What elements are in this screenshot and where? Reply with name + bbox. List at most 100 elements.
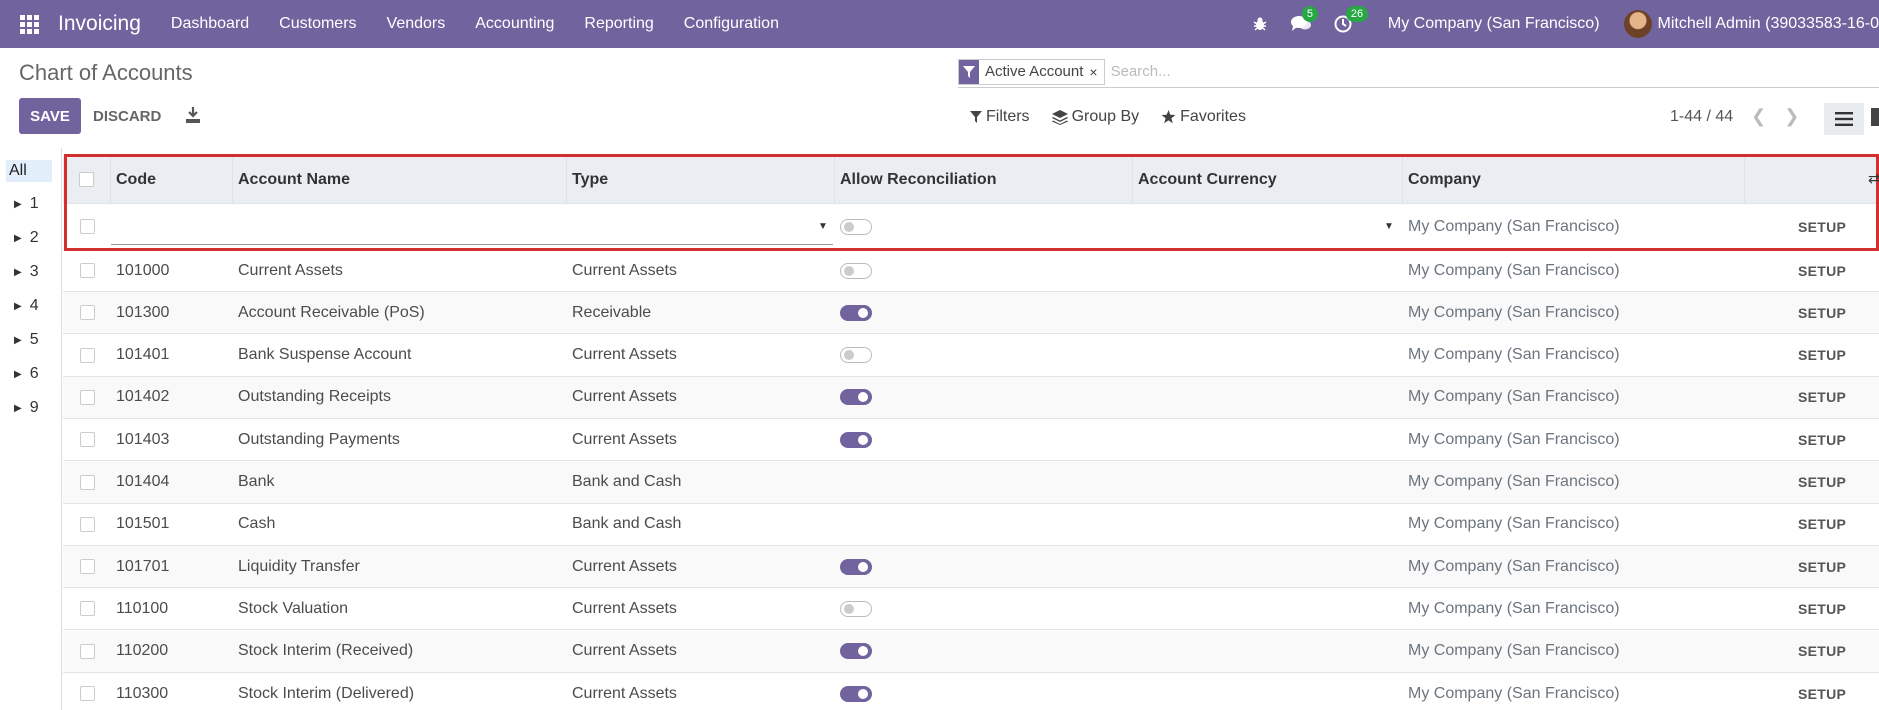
setup-button[interactable]: SETUP	[1798, 335, 1846, 376]
apps-menu-icon[interactable]	[0, 0, 58, 48]
table-row[interactable]: 101401 Bank Suspense Account Current Asset…	[63, 335, 1879, 377]
sidebar-item-all[interactable]: All	[6, 160, 52, 182]
reconcile-toggle[interactable]	[840, 631, 872, 672]
groupby-dropdown[interactable]: Group By	[1051, 108, 1139, 126]
menu-customers[interactable]: Customers	[279, 15, 356, 33]
row-checkbox[interactable]	[79, 219, 95, 234]
cell-code: 110200	[116, 642, 169, 660]
row-checkbox[interactable]	[79, 643, 95, 659]
sidebar-item-5[interactable]: ▶ 5	[14, 331, 39, 349]
row-checkbox[interactable]	[79, 263, 95, 278]
reconcile-toggle[interactable]	[840, 419, 872, 460]
column-header-account-currency[interactable]: Account Currency	[1133, 156, 1403, 203]
setup-button[interactable]: SETUP	[1798, 504, 1846, 545]
table-row[interactable]: 110200 Stock Interim (Received) Current As…	[63, 630, 1879, 673]
menu-accounting[interactable]: Accounting	[475, 15, 554, 33]
row-checkbox[interactable]	[79, 305, 95, 321]
table-row[interactable]: 101300 Account Receivable (PoS) Receivable…	[63, 292, 1879, 335]
setup-button[interactable]: SETUP	[1798, 377, 1846, 418]
table-row[interactable]: 110300 Stock Interim (Delivered) Current A…	[63, 673, 1879, 710]
company-field[interactable]: My Company (San Francisco)	[1408, 204, 1620, 249]
menu-configuration[interactable]: Configuration	[684, 15, 779, 33]
setup-button[interactable]: SETUP	[1798, 588, 1846, 629]
column-header-type[interactable]: Type	[567, 156, 835, 203]
row-checkbox[interactable]	[79, 432, 95, 448]
reconcile-toggle[interactable]	[840, 377, 872, 418]
setup-button[interactable]: SETUP	[1798, 631, 1846, 672]
column-settings-icon[interactable]: ⇄	[1868, 170, 1879, 187]
reconcile-toggle[interactable]	[840, 292, 872, 333]
pager-previous-icon[interactable]: ❮	[1751, 106, 1766, 127]
sidebar-item-label: 2	[29, 229, 39, 246]
table-row[interactable]: 101000 Current Assets Current Assets My Com…	[63, 250, 1879, 292]
row-checkbox-cell	[63, 588, 111, 629]
menu-vendors[interactable]: Vendors	[387, 15, 446, 33]
setup-button[interactable]: SETUP	[1798, 673, 1846, 710]
table-row[interactable]: 110100 Stock Valuation Current Assets My Co…	[63, 588, 1879, 631]
reconcile-toggle[interactable]	[840, 588, 872, 629]
select-all-checkbox[interactable]	[79, 172, 94, 187]
setup-button[interactable]: SETUP	[1798, 462, 1846, 503]
menu-reporting[interactable]: Reporting	[584, 15, 653, 33]
reconcile-toggle[interactable]	[840, 673, 872, 710]
kanban-view-icon[interactable]	[1871, 108, 1879, 126]
user-menu[interactable]: Mitchell Admin (39033583-16-0	[1658, 15, 1879, 33]
messages-icon[interactable]: 5	[1290, 6, 1319, 33]
user-avatar[interactable]	[1623, 10, 1652, 38]
setup-button[interactable]: SETUP	[1798, 546, 1846, 587]
row-checkbox[interactable]	[79, 686, 95, 701]
currency-dropdown-icon[interactable]: ▼	[1384, 204, 1398, 249]
setup-button[interactable]: SETUP	[1798, 292, 1846, 333]
list-view-icon[interactable]	[1824, 103, 1864, 135]
setup-button[interactable]: SETUP	[1798, 419, 1846, 460]
column-header-allow-reconciliation[interactable]: Allow Reconciliation	[835, 156, 1133, 203]
sidebar-item-3[interactable]: ▶ 3	[14, 263, 39, 281]
type-dropdown-icon[interactable]: ▼	[818, 204, 832, 249]
column-header-company[interactable]: Company	[1403, 156, 1745, 203]
reconcile-toggle[interactable]	[840, 546, 872, 587]
sidebar-item-4[interactable]: ▶ 4	[14, 297, 39, 315]
searchpanel-sidebar: All ▶ 1 ▶ 2 ▶ 3 ▶ 4 ▶ 5 ▶ 6 ▶ 9	[0, 148, 62, 710]
debug-bug-icon[interactable]	[1252, 16, 1268, 32]
caret-right-icon: ▶	[14, 300, 22, 312]
sidebar-item-2[interactable]: ▶ 2	[14, 229, 39, 247]
sidebar-item-1[interactable]: ▶ 1	[14, 195, 39, 213]
table-row[interactable]: 101404 Bank Bank and Cash My Company (San F…	[63, 461, 1879, 504]
pager-next-icon[interactable]: ❯	[1784, 106, 1799, 127]
setup-button[interactable]: SETUP	[1798, 250, 1846, 291]
discard-button[interactable]: DISCARD	[93, 98, 161, 134]
menu-dashboard[interactable]: Dashboard	[171, 15, 249, 33]
reconcile-toggle-new[interactable]	[840, 204, 872, 249]
column-header-code[interactable]: Code	[111, 156, 233, 203]
column-header-account-name[interactable]: Account Name	[233, 156, 567, 203]
pager-value[interactable]: 1-44 / 44	[1670, 108, 1733, 126]
search-input[interactable]	[1110, 63, 1711, 80]
favorites-dropdown[interactable]: Favorites	[1161, 108, 1246, 126]
code-input[interactable]	[111, 204, 833, 249]
cell-company: My Company (San Francisco)	[1408, 261, 1620, 279]
row-checkbox[interactable]	[79, 516, 95, 532]
row-checkbox[interactable]	[79, 389, 95, 405]
table-row[interactable]: 101501 Cash Bank and Cash My Company (San F…	[63, 504, 1879, 546]
app-name[interactable]: Invoicing	[58, 12, 141, 36]
sidebar-item-label: 6	[29, 365, 39, 382]
row-checkbox[interactable]	[79, 601, 95, 617]
reconcile-toggle[interactable]	[840, 335, 872, 376]
sidebar-item-9[interactable]: ▶ 9	[14, 399, 39, 417]
table-row[interactable]: 101402 Outstanding Receipts Current Assets…	[63, 376, 1879, 419]
save-button[interactable]: SAVE	[19, 98, 81, 134]
row-checkbox[interactable]	[79, 347, 95, 363]
activities-clock-icon[interactable]: 26	[1334, 6, 1369, 33]
company-switcher[interactable]: My Company (San Francisco)	[1388, 15, 1600, 33]
reconcile-toggle[interactable]	[840, 250, 872, 291]
download-icon[interactable]	[183, 104, 203, 126]
row-checkbox[interactable]	[79, 559, 95, 575]
table-row[interactable]: 101701 Liquidity Transfer Current Assets My…	[63, 546, 1879, 589]
setup-button[interactable]: SETUP	[1798, 204, 1846, 249]
facet-remove-icon[interactable]: ×	[1089, 60, 1103, 84]
filters-dropdown[interactable]: Filters	[970, 108, 1030, 126]
table-row[interactable]: 101403 Outstanding Payments Current Assets…	[63, 419, 1879, 462]
cell-code: 110100	[116, 599, 169, 617]
sidebar-item-6[interactable]: ▶ 6	[14, 365, 39, 383]
row-checkbox[interactable]	[79, 474, 95, 490]
